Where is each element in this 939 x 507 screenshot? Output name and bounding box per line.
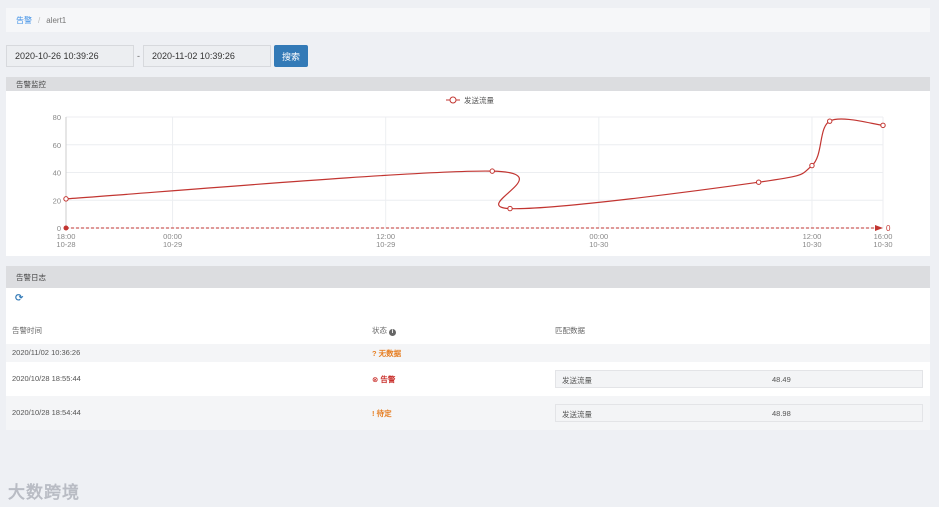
status-icon: ? (372, 349, 379, 358)
log-panel: 告警日志 ⟳ 告警时间 状态 i 匹配数据 2020/11/02 10:36:2… (6, 266, 930, 430)
x-tick-date: 10-30 (802, 240, 821, 249)
match-data-box: 发送流量 48.98 (555, 404, 923, 422)
status-label: 无数据 (378, 349, 402, 358)
log-row-time: 2020/10/28 18:54:44 (12, 408, 81, 417)
status-label: 待定 (376, 409, 392, 418)
breadcrumb: 告警 / alert1 (6, 8, 930, 32)
monitor-panel: 告警监控 发送流量 0 20 40 60 80 18:00 10-28 00:00 10-29 12… (6, 77, 930, 256)
legend-marker (449, 96, 457, 104)
match-data-box: 发送流量 48.49 (555, 370, 923, 388)
series-line (65, 118, 884, 210)
log-row-status: ⊗ 告警 (372, 374, 395, 385)
traffic-chart: 发送流量 0 20 40 60 80 18:00 10-28 00:00 10-29 12:00 10… (6, 91, 930, 256)
y-tick-label: 20 (53, 196, 61, 205)
legend-label: 发送流量 (464, 95, 494, 105)
data-point (755, 179, 762, 185)
match-data-key: 发送流量 (562, 410, 592, 419)
y-tick-label: 60 (53, 141, 61, 150)
col-status-label: 状态 (372, 326, 387, 335)
data-point (827, 118, 833, 124)
breadcrumb-current: alert1 (46, 15, 67, 25)
log-panel-title: 告警日志 (6, 266, 930, 288)
data-point (489, 168, 495, 174)
x-tick-date: 10-29 (163, 240, 182, 249)
threshold-label: 0 (886, 224, 891, 233)
watermark: 大数跨境 (8, 483, 80, 502)
refresh-icon[interactable]: ⟳ (15, 293, 23, 304)
x-tick-date: 10-30 (873, 240, 892, 249)
log-row: 2020/11/02 10:36:26? 无数据 (6, 344, 930, 362)
breadcrumb-separator: / (38, 15, 41, 25)
log-table-header: 告警时间 状态 i 匹配数据 (6, 322, 930, 338)
col-status: 状态 i (372, 325, 397, 336)
data-point (880, 122, 886, 129)
x-tick-date: 10-28 (56, 240, 75, 249)
traffic-chart-svg: 发送流量02040608018:0010-2800:0010-2912:0010… (53, 95, 893, 249)
data-point (507, 205, 513, 212)
log-row: 2020/10/28 18:54:44 ! 待定 发送流量 48.98 (6, 396, 930, 430)
match-data-value: 48.49 (772, 375, 791, 384)
breadcrumb-alerts-link[interactable]: 告警 (16, 15, 32, 26)
x-tick-date: 10-29 (376, 240, 395, 249)
data-point (809, 162, 815, 169)
log-row-status: ! 待定 (372, 408, 392, 419)
y-tick-label: 40 (53, 169, 61, 178)
start-date-input[interactable] (6, 45, 134, 67)
match-data-key: 发送流量 (562, 376, 592, 385)
date-range-dash: - (137, 51, 140, 61)
data-point (63, 196, 69, 202)
search-button[interactable]: 搜索 (274, 45, 308, 67)
x-tick-date: 10-30 (589, 240, 608, 249)
col-alert-time: 告警时间 (12, 326, 42, 335)
col-match-data: 匹配数据 (555, 326, 585, 335)
end-date-input[interactable] (143, 45, 271, 67)
y-tick-label: 80 (53, 113, 61, 122)
threshold-start-dot (63, 225, 69, 231)
status-label: 告警 (380, 375, 396, 384)
log-row-status: ? 无数据 (372, 348, 401, 359)
log-row: 2020/10/28 18:55:44 ⊗ 告警 发送流量 48.49 (6, 362, 930, 396)
date-range-row: - 搜索 (6, 45, 308, 67)
log-row-time: 2020/10/28 18:55:44 (12, 374, 81, 383)
match-data-value: 48.98 (772, 409, 791, 418)
threshold-arrow (875, 225, 883, 231)
monitor-panel-title: 告警监控 (6, 77, 930, 91)
info-icon: i (389, 329, 397, 336)
log-row-time: 2020/11/02 10:36:26 (12, 348, 81, 357)
